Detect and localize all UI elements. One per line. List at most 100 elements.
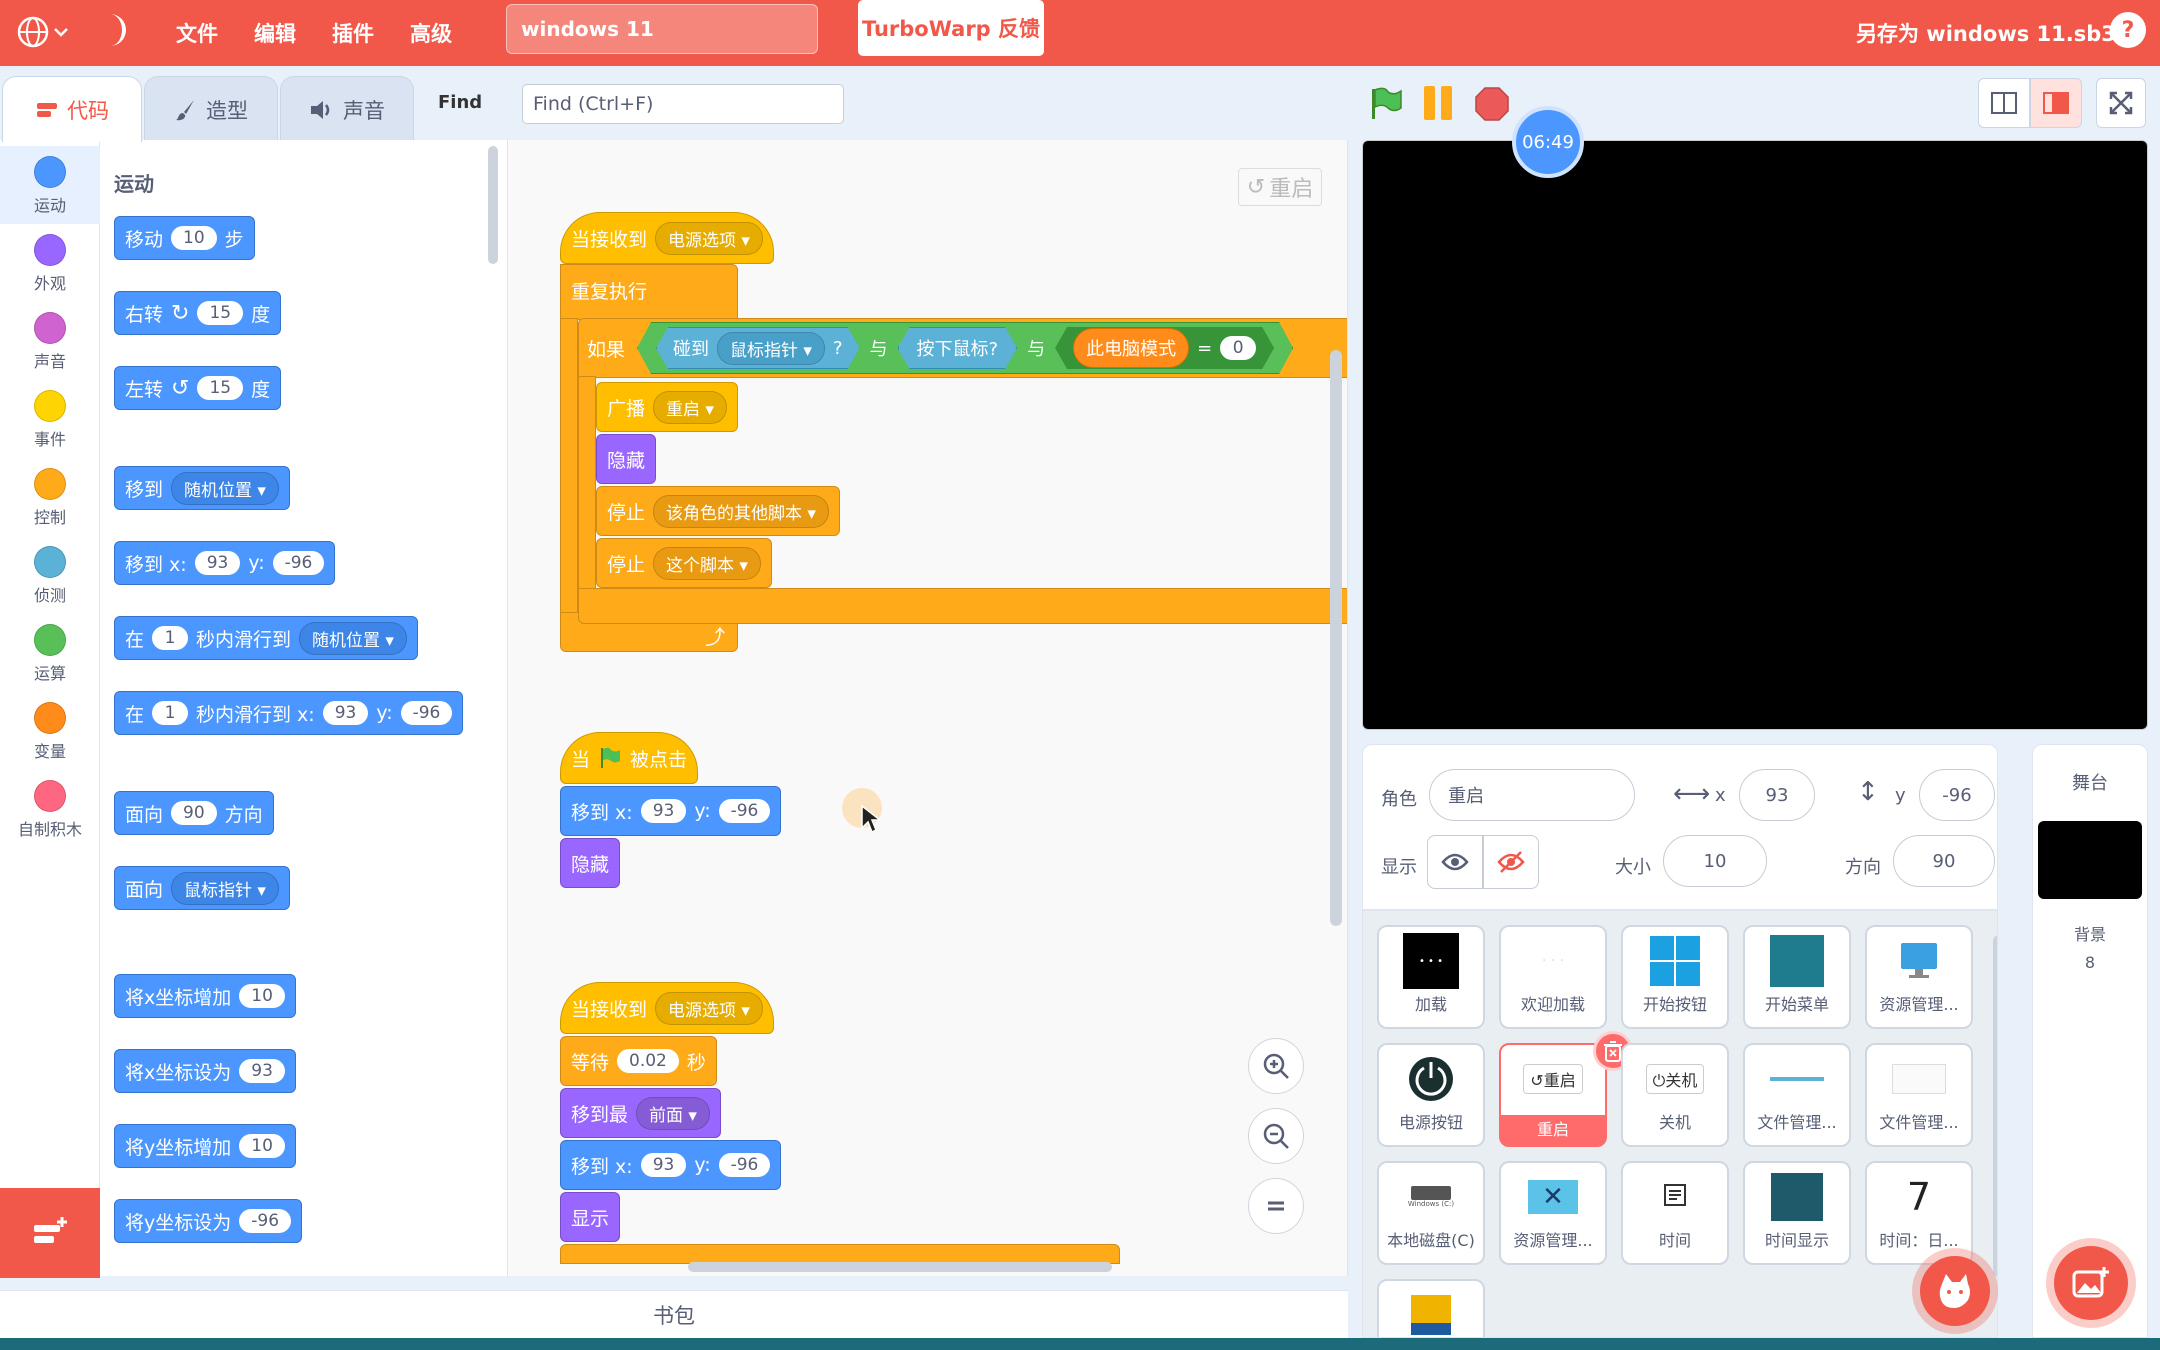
block-input[interactable]: 0.02 <box>617 1049 679 1073</box>
menu-advanced[interactable]: 高级 <box>410 0 452 66</box>
block-show[interactable]: 显示 <box>560 1192 621 1242</box>
block-stop-other[interactable]: 停止 该角色的其他脚本 ▾ <box>596 486 840 536</box>
block-input[interactable]: 90 <box>171 801 217 825</box>
block-dropdown[interactable]: 鼠标指针 ▾ <box>717 332 825 365</box>
sprite-tile-power-button[interactable]: 电源按钮 <box>1377 1043 1485 1147</box>
sprite-tile-explorer-2[interactable]: ✕ 资源管理... <box>1499 1161 1607 1265</box>
block-hide[interactable]: 隐藏 <box>560 838 621 888</box>
choose-backdrop-button[interactable] <box>2054 1246 2128 1320</box>
sprite-tile-restart[interactable]: ↺重启 重启 <box>1499 1043 1607 1147</box>
pause-icon[interactable] <box>1424 86 1452 120</box>
sprite-list-scrollbar[interactable] <box>1993 935 1997 1277</box>
block-wait[interactable]: 等待 0.02 秒 <box>560 1036 717 1086</box>
menu-addons[interactable]: 插件 <box>332 0 374 66</box>
stage-thumbnail[interactable] <box>2038 821 2142 899</box>
sprite-tile-local-disk[interactable]: Windows (C:) 本地磁盘(C) <box>1377 1161 1485 1265</box>
block-dropdown[interactable]: 这个脚本 ▾ <box>653 546 761 580</box>
zoom-in-button[interactable] <box>1248 1038 1304 1094</box>
mouse-down-block[interactable]: 按下鼠标? <box>898 327 1018 369</box>
choose-sprite-button[interactable] <box>1920 1256 1990 1326</box>
block-dropdown[interactable]: 该角色的其他脚本 ▾ <box>653 494 829 528</box>
block-dropdown[interactable]: 电源选项 ▾ <box>655 221 763 255</box>
stage-canvas[interactable] <box>1362 140 2148 730</box>
feedback-button[interactable]: TurboWarp 反馈 <box>858 0 1044 56</box>
script-hscrollbar[interactable] <box>688 1262 1112 1272</box>
x-input[interactable]: 93 <box>1739 769 1815 821</box>
block-goto-xy[interactable]: 移到 x: 93 y: -96 <box>560 1140 782 1190</box>
sprite-tile-start-button[interactable]: 开始按钮 <box>1621 925 1729 1029</box>
sprite-tile-time-date[interactable]: 7 时间：日... <box>1865 1161 1973 1265</box>
block-input[interactable]: -96 <box>272 551 325 575</box>
block-input[interactable]: 1 <box>152 701 189 725</box>
small-stage-button[interactable] <box>1978 78 2030 128</box>
block-input[interactable]: 93 <box>194 551 241 575</box>
block-input[interactable]: -96 <box>400 701 453 725</box>
large-stage-button[interactable] <box>2030 78 2082 128</box>
hide-button[interactable] <box>1483 835 1539 889</box>
block-goto-xy[interactable]: 移到 x: 93 y: -96 <box>114 541 336 585</box>
fullscreen-button[interactable] <box>2096 78 2146 128</box>
add-extension-button[interactable] <box>0 1188 100 1278</box>
category-motion[interactable]: 运动 <box>0 146 100 224</box>
sprite-tile-explorer[interactable]: 资源管理... <box>1865 925 1973 1029</box>
theme-moon-icon[interactable] <box>100 10 132 54</box>
block-point-direction[interactable]: 面向 90 方向 <box>114 791 274 835</box>
tab-costumes[interactable]: 造型 <box>144 76 278 142</box>
block-change-x[interactable]: 将x坐标增加 10 <box>114 974 296 1018</box>
block-dropdown[interactable]: 鼠标指针 ▾ <box>171 871 279 905</box>
show-visible-button[interactable] <box>1427 835 1483 889</box>
forever-block[interactable]: 重复执行 <box>560 264 738 320</box>
category-variables[interactable]: 变量 <box>0 692 100 770</box>
block-input[interactable]: 15 <box>197 376 244 400</box>
sprite-tile-start-menu[interactable]: 开始菜单 <box>1743 925 1851 1029</box>
save-as-label[interactable]: 另存为 windows 11.sb3 <box>1856 0 2116 66</box>
block-glide[interactable]: 在 1 秒内滑行到 随机位置 ▾ <box>114 616 418 660</box>
sprite-tile-shutdown[interactable]: ⏻关机 关机 <box>1621 1043 1729 1147</box>
block-input[interactable]: 93 <box>640 799 687 823</box>
globe-icon[interactable] <box>16 12 72 52</box>
block-dropdown[interactable]: 重启 ▾ <box>653 390 727 424</box>
block-hide[interactable]: 隐藏 <box>596 434 657 484</box>
menu-edit[interactable]: 编辑 <box>254 0 296 66</box>
block-input[interactable]: 93 <box>640 1153 687 1177</box>
direction-input[interactable]: 90 <box>1893 835 1995 887</box>
block-point-towards[interactable]: 面向 鼠标指针 ▾ <box>114 866 290 910</box>
category-my-blocks[interactable]: 自制积木 <box>0 770 100 848</box>
block-glide-xy[interactable]: 在 1 秒内滑行到 x: 93 y: -96 <box>114 691 464 735</box>
block-dropdown[interactable]: 随机位置 ▾ <box>299 621 407 655</box>
sprite-tile-loading[interactable]: • • • 加载 <box>1377 925 1485 1029</box>
zoom-out-button[interactable] <box>1248 1108 1304 1164</box>
hat-when-flag-clicked[interactable]: 当 被点击 <box>560 732 699 784</box>
block-input[interactable]: 10 <box>239 984 285 1008</box>
hat-when-receive[interactable]: 当接收到 电源选项 ▾ <box>560 982 774 1034</box>
script-area[interactable]: ↺ 重启 当接收到 电源选项 ▾ 重复执行 ⤴ 如果 碰到 鼠标指针 ▾? 与 按下鼠… <box>508 140 1348 1276</box>
green-flag-icon[interactable] <box>1368 86 1404 126</box>
sprite-tile-welcome[interactable]: · · · 欢迎加载 <box>1499 925 1607 1029</box>
category-operators[interactable]: 运算 <box>0 614 100 692</box>
block-input[interactable]: 10 <box>239 1134 285 1158</box>
block-change-y[interactable]: 将y坐标增加 10 <box>114 1124 296 1168</box>
hat-when-receive[interactable]: 当接收到 电源选项 ▾ <box>560 212 774 264</box>
project-title-input[interactable]: windows 11 <box>506 4 818 54</box>
variable-reporter[interactable]: 此电脑模式 <box>1073 328 1189 368</box>
block-input[interactable]: 15 <box>197 301 244 325</box>
script-vscrollbar[interactable] <box>1330 350 1342 926</box>
zoom-reset-button[interactable] <box>1248 1178 1304 1234</box>
stop-icon[interactable] <box>1474 86 1510 126</box>
block-input[interactable]: 1 <box>152 626 189 650</box>
menu-file[interactable]: 文件 <box>176 0 218 66</box>
sprite-name-input[interactable]: 重启 <box>1429 769 1635 821</box>
block-input[interactable]: 93 <box>322 701 369 725</box>
tab-code[interactable]: 代码 <box>2 76 142 142</box>
block-broadcast[interactable]: 广播 重启 ▾ <box>596 382 738 432</box>
help-icon[interactable]: ? <box>2110 12 2146 48</box>
category-sound[interactable]: 声音 <box>0 302 100 380</box>
sprite-tile-file-manager-1[interactable]: 文件管理... <box>1743 1043 1851 1147</box>
block-goto[interactable]: 移到 随机位置 ▾ <box>114 466 290 510</box>
category-sensing[interactable]: 侦测 <box>0 536 100 614</box>
block-input[interactable]: 93 <box>239 1059 285 1083</box>
size-input[interactable]: 10 <box>1663 835 1767 887</box>
block-set-y[interactable]: 将y坐标设为 -96 <box>114 1199 303 1243</box>
block-dropdown[interactable]: 电源选项 ▾ <box>655 991 763 1025</box>
block-dropdown[interactable]: 前面 ▾ <box>636 1096 710 1130</box>
